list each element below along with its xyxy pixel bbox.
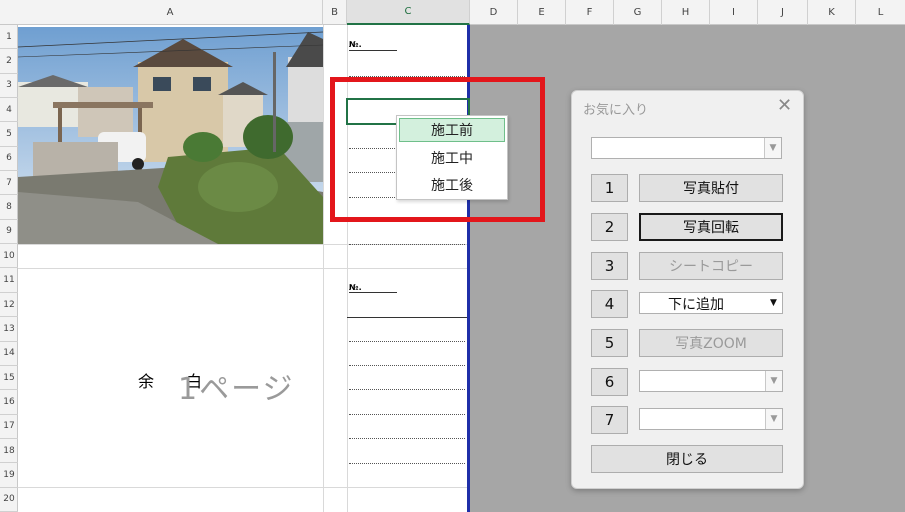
highlight-box xyxy=(330,77,545,222)
row-header-17[interactable]: 17 xyxy=(0,415,18,439)
number-button-6[interactable]: 6 xyxy=(591,368,628,396)
number-button-4[interactable]: 4 xyxy=(591,290,628,318)
row-header-19[interactable]: 19 xyxy=(0,463,18,488)
dotted-entry-line xyxy=(349,438,465,439)
row-header-12[interactable]: 12 xyxy=(0,293,18,318)
row-header-2[interactable]: 2 xyxy=(0,49,18,74)
row-header-4[interactable]: 4 xyxy=(0,98,18,123)
row-header-15[interactable]: 15 xyxy=(0,366,18,391)
margin-text-char-1: 余 xyxy=(138,372,155,391)
dotted-entry-line xyxy=(349,365,465,366)
dotted-entry-line xyxy=(349,244,465,245)
house-photo[interactable] xyxy=(18,27,323,244)
number-label-2: №. xyxy=(349,283,362,292)
close-icon[interactable]: ✕ xyxy=(777,95,792,116)
column-header-b[interactable]: B xyxy=(323,0,347,25)
number-button-3[interactable]: 3 xyxy=(591,252,628,280)
number-underline xyxy=(349,292,397,293)
column-header-c[interactable]: C xyxy=(347,0,470,25)
column-header-a[interactable]: A xyxy=(18,0,323,25)
row-header-9[interactable]: 9 xyxy=(0,220,18,245)
dotted-entry-line xyxy=(349,341,465,342)
row-header-7[interactable]: 7 xyxy=(0,171,18,196)
column-header-d[interactable]: D xyxy=(470,0,518,25)
row-header-16[interactable]: 16 xyxy=(0,390,18,415)
dialog-title: お気に入り xyxy=(583,103,649,118)
column-header-g[interactable]: G xyxy=(614,0,662,25)
row-header-5[interactable]: 5 xyxy=(0,122,18,147)
column-header-i[interactable]: I xyxy=(710,0,758,25)
number-button-1[interactable]: 1 xyxy=(591,174,628,202)
number-label-1: №. xyxy=(349,40,362,49)
grid-line xyxy=(18,487,470,488)
add-below-combo[interactable]: 下に追加 ▼ xyxy=(639,292,783,314)
rotate-photo-button[interactable]: 写真回転 xyxy=(639,213,783,241)
column-header-e[interactable]: E xyxy=(518,0,566,25)
close-button[interactable]: 閉じる xyxy=(591,445,783,473)
row-header-1[interactable]: 1 xyxy=(0,25,18,50)
add-below-combo-value: 下に追加 xyxy=(668,297,724,313)
chevron-down-icon[interactable]: ▼ xyxy=(765,293,782,313)
chevron-down-icon[interactable]: ▼ xyxy=(765,409,782,429)
combo-6[interactable]: ▼ xyxy=(639,370,783,392)
entry-line xyxy=(347,317,467,318)
number-button-7[interactable]: 7 xyxy=(591,406,628,434)
row-header-8[interactable]: 8 xyxy=(0,195,18,220)
column-header-j[interactable]: J xyxy=(758,0,808,25)
column-header-l[interactable]: L xyxy=(856,0,905,25)
row-header-10[interactable]: 10 xyxy=(0,244,18,269)
page-watermark: 1ページ xyxy=(178,372,295,407)
combo-7[interactable]: ▼ xyxy=(639,408,783,430)
row-header-14[interactable]: 14 xyxy=(0,342,18,366)
row-header-20[interactable]: 20 xyxy=(0,488,18,512)
chevron-down-icon[interactable]: ▼ xyxy=(765,371,782,391)
column-header-f[interactable]: F xyxy=(566,0,614,25)
chevron-down-icon[interactable]: ▼ xyxy=(764,138,781,158)
number-underline xyxy=(349,50,397,51)
column-header-h[interactable]: H xyxy=(662,0,710,25)
photo-zoom-button[interactable]: 写真ZOOM xyxy=(639,329,783,357)
dotted-entry-line xyxy=(349,463,465,464)
row-header-11[interactable]: 11 xyxy=(0,269,18,293)
top-combo[interactable]: ▼ xyxy=(591,137,782,159)
dotted-entry-line xyxy=(349,389,465,390)
number-button-5[interactable]: 5 xyxy=(591,329,628,357)
copy-sheet-button[interactable]: シートコピー xyxy=(639,252,783,280)
grid-line xyxy=(18,268,470,269)
dotted-entry-line xyxy=(349,414,465,415)
house-photo-image xyxy=(18,27,323,244)
row-header-6[interactable]: 6 xyxy=(0,147,18,172)
row-header-13[interactable]: 13 xyxy=(0,317,18,342)
column-header-k[interactable]: K xyxy=(808,0,856,25)
row-header-18[interactable]: 18 xyxy=(0,439,18,464)
favorites-dialog: お気に入り ✕ ▼ 1 写真貼付 2 写真回転 3 シートコピー 4 下に追加 … xyxy=(571,90,804,489)
row-header-3[interactable]: 3 xyxy=(0,74,18,99)
number-button-2[interactable]: 2 xyxy=(591,213,628,241)
paste-photo-button[interactable]: 写真貼付 xyxy=(639,174,783,202)
